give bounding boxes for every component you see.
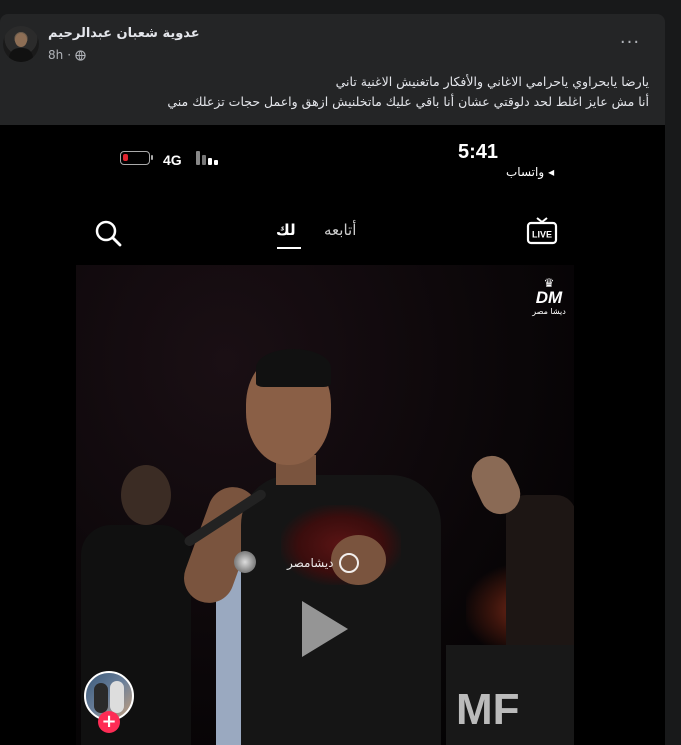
stage-sign-text: MF: [456, 685, 520, 734]
center-watermark-text: ديشامصر: [287, 556, 334, 570]
watermark-logo-icon: [338, 553, 359, 573]
meta-separator: ·: [67, 48, 72, 62]
carrier-label: واتساب: [506, 165, 545, 179]
battery-icon: [120, 151, 153, 165]
facebook-post: عدوية شعبان عبدالرحيم 8h · ··· يارضا ياب…: [0, 14, 665, 745]
background-person: [465, 449, 574, 675]
author-avatar[interactable]: [3, 26, 39, 62]
tab-active-indicator: [277, 247, 301, 249]
live-icon[interactable]: LIVE: [526, 215, 558, 247]
brand-sub-text: ديشا مصر: [532, 307, 566, 316]
author-name[interactable]: عدوية شعبان عبدالرحيم: [48, 26, 200, 41]
post-text-line: أنا مش عايز اغلط لحد دلوقتي عشان أنا باق…: [167, 94, 649, 109]
post-header: عدوية شعبان عبدالرحيم 8h · ···: [0, 14, 665, 74]
play-icon[interactable]: [296, 597, 352, 661]
post-timestamp[interactable]: 8h: [48, 48, 63, 62]
carrier-arrow-icon: ◂: [548, 165, 555, 179]
signal-icon: [196, 151, 222, 165]
microphone-head: [234, 551, 256, 573]
post-meta: 8h ·: [48, 48, 86, 62]
follow-plus-button[interactable]: +: [98, 711, 120, 733]
center-watermark: ديشامصر: [287, 553, 359, 573]
video-frame: MF: [76, 265, 574, 745]
more-options-icon[interactable]: ···: [612, 34, 648, 56]
tab-for-you[interactable]: لك: [276, 221, 296, 239]
video-player[interactable]: 4G 5:41 ◂ واتساب لك أتابعه LIVE MF ♛ DM …: [0, 125, 665, 745]
tab-following[interactable]: أتابعه: [324, 221, 356, 239]
post-text-line: يارضا يابحراوي ياحرامي الاغاني والأفكار …: [335, 74, 649, 89]
network-label: 4G: [163, 152, 182, 168]
status-carrier: ◂ واتساب: [506, 165, 554, 179]
status-time: 5:41: [458, 141, 499, 163]
search-icon[interactable]: [94, 219, 122, 247]
singer: [176, 349, 456, 745]
page-top-strip: [0, 0, 681, 14]
stage-sign: MF: [446, 645, 574, 745]
post-text: يارضا يابحراوي ياحرامي الاغاني والأفكار …: [10, 72, 649, 112]
brand-logo-text: DM: [535, 288, 563, 307]
globe-icon: [75, 49, 86, 61]
svg-text:LIVE: LIVE: [532, 230, 552, 240]
brand-watermark: ♛ DM ديشا مصر: [524, 277, 574, 317]
